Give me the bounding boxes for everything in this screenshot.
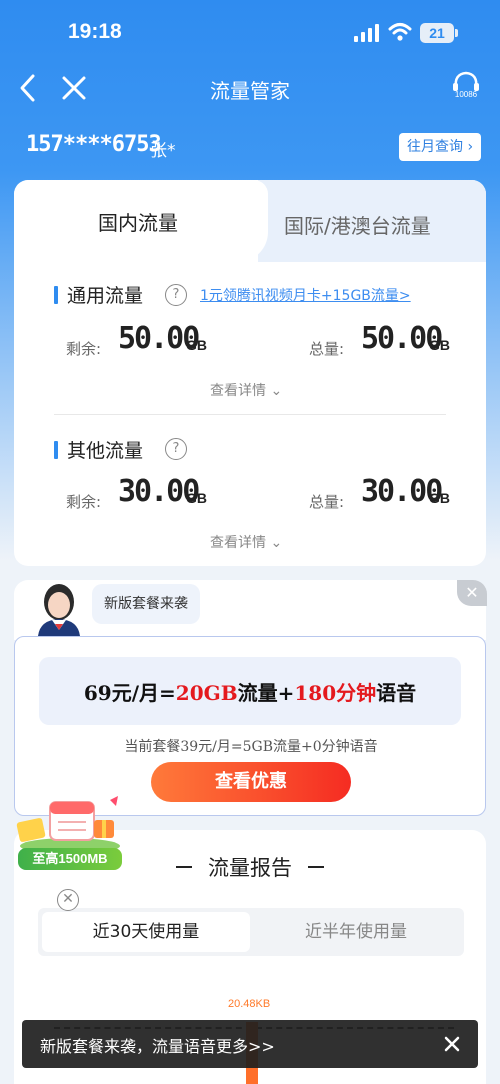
status-time: 19:18 xyxy=(68,20,122,43)
other-remaining-unit: GB xyxy=(186,490,207,506)
assistant-avatar xyxy=(38,584,80,636)
battery-icon: 21 xyxy=(420,23,454,43)
history-query-button[interactable]: 往月查询 › xyxy=(399,133,482,161)
close-icon[interactable] xyxy=(440,1032,464,1056)
total-label: 总量: xyxy=(309,340,345,358)
plan-promo-card: 新版套餐来袭 ✕ 69元/月=20GB流量+180分钟语音 当前套餐39元/月=… xyxy=(14,580,487,818)
offer-box[interactable]: 69元/月=20GB流量+180分钟语音 xyxy=(39,657,461,725)
other-detail-link[interactable]: 查看详情 ⌄ xyxy=(210,532,282,552)
toast-banner[interactable]: 新版套餐来袭，流量语音更多>> xyxy=(22,1020,478,1068)
view-offer-button[interactable]: 查看优惠 xyxy=(151,762,351,802)
gift-close-icon[interactable]: ✕ xyxy=(57,889,79,911)
tab-30-days[interactable]: 近30天使用量 xyxy=(42,912,250,952)
phone-number: 157****6753 xyxy=(26,132,162,157)
data-usage-card: 国际/港澳台流量 国内流量 通用流量 ? 1元领腾讯视频月卡+15GB流量> 剩… xyxy=(14,180,486,566)
user-name: 张* xyxy=(150,141,176,161)
other-total-unit: GB xyxy=(429,490,450,506)
toast-text: 新版套餐来袭，流量语音更多>> xyxy=(40,1037,275,1056)
general-data-title: 通用流量 xyxy=(67,285,144,307)
gift-label: 至高1500MB xyxy=(18,848,122,870)
current-plan-text: 当前套餐39元/月=5GB流量+0分钟语音 xyxy=(124,739,378,755)
promo-body: 69元/月=20GB流量+180分钟语音 当前套餐39元/月=5GB流量+0分钟… xyxy=(14,636,486,816)
title-dash xyxy=(308,866,324,868)
user-info-row: 157****6753 张* 往月查询 › xyxy=(0,128,500,164)
promo-bubble: 新版套餐来袭 xyxy=(92,584,200,624)
tab-half-year[interactable]: 近半年使用量 xyxy=(252,912,460,952)
gift-badge[interactable]: 至高1500MB xyxy=(14,790,126,874)
calendar-gift-icon xyxy=(16,796,120,854)
history-query-label: 往月查询 xyxy=(407,139,463,155)
general-detail-link[interactable]: 查看详情 ⌄ xyxy=(210,380,282,400)
promo-close-button[interactable]: ✕ xyxy=(457,580,487,606)
general-remaining-unit: GB xyxy=(186,337,207,353)
tab-international-label[interactable]: 国际/港澳台流量 xyxy=(284,210,431,239)
tencent-video-promo-link[interactable]: 1元领腾讯视频月卡+15GB流量> xyxy=(200,285,411,305)
page-title: 流量管家 xyxy=(210,79,290,103)
headset-icon xyxy=(453,71,479,91)
other-data-title: 其他流量 xyxy=(67,440,144,462)
general-total-unit: GB xyxy=(429,337,450,353)
service-number: 10086 xyxy=(454,90,478,99)
customer-service-button[interactable]: 10086 xyxy=(448,68,484,108)
section-marker xyxy=(54,286,58,304)
remaining-label: 剩余: xyxy=(66,340,102,358)
signal-icon xyxy=(354,24,380,42)
nav-bar: 流量管家 10086 xyxy=(0,62,500,114)
total-label: 总量: xyxy=(309,493,345,511)
help-icon[interactable]: ? xyxy=(165,438,187,460)
help-icon[interactable]: ? xyxy=(165,284,187,306)
divider xyxy=(54,414,446,415)
battery-tip xyxy=(455,29,458,37)
tab-domestic-label[interactable]: 国内流量 xyxy=(98,207,178,236)
status-bar: 19:18 21 xyxy=(0,0,500,62)
offer-text: 69元/月=20GB流量+180分钟语音 xyxy=(83,681,417,705)
period-selector: 近30天使用量 近半年使用量 xyxy=(38,908,464,956)
chart-peak-label: 20.48KB xyxy=(228,998,271,1010)
section-marker xyxy=(54,441,58,459)
remaining-label: 剩余: xyxy=(66,493,102,511)
wifi-icon xyxy=(388,23,412,41)
